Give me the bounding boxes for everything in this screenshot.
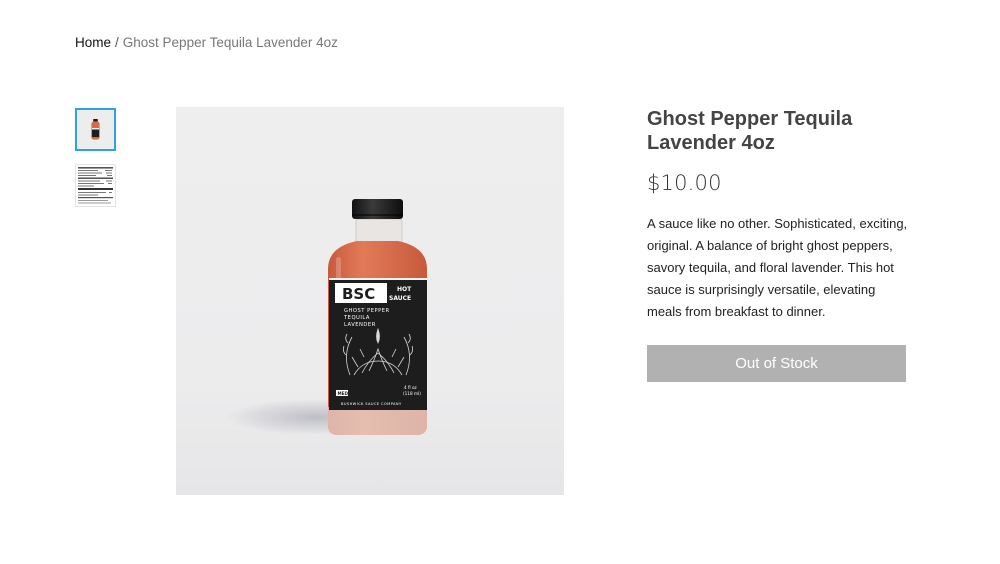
label-brand: BSC — [342, 285, 375, 303]
breadcrumb-home-link[interactable]: Home — [75, 35, 111, 50]
product-price: $10.00 — [647, 171, 722, 195]
label-flavor-2: TEQUILA — [343, 315, 370, 321]
thumbnail-nutrition[interactable] — [75, 164, 116, 207]
product-info: Ghost Pepper Tequila Lavender 4oz $10.00… — [647, 107, 907, 382]
breadcrumb: Home / Ghost Pepper Tequila Lavender 4oz — [75, 35, 338, 50]
label-heat: MED — [338, 391, 349, 396]
product-title: Ghost Pepper Tequila Lavender 4oz — [647, 108, 853, 154]
breadcrumb-separator: / — [115, 35, 119, 50]
label-type-2: SAUCE — [389, 295, 411, 302]
hot-sauce-bottle-image: BSC HOT SAUCE GHOST PEPPER TEQUILA LAVEN… — [226, 199, 427, 435]
label-flavor-3: LAVENDER — [344, 322, 376, 328]
thumbnail-list — [75, 108, 116, 220]
label-volume-1: 4 fl oz — [404, 385, 418, 390]
nutrition-label-thumbnail-icon — [76, 165, 115, 206]
label-type-1: HOT — [397, 286, 412, 293]
label-company: BUSHWICK SAUCE COMPANY — [341, 402, 402, 406]
product-description: A sauce like no other. Sophisticated, ex… — [647, 216, 908, 319]
bottle-thumbnail-icon — [77, 110, 114, 149]
out-of-stock-button[interactable]: Out of Stock — [647, 345, 906, 382]
thumbnail-bottle[interactable] — [75, 108, 116, 151]
label-volume-2: (118 ml) — [403, 391, 421, 396]
label-flavor-1: GHOST PEPPER — [344, 308, 390, 314]
breadcrumb-current: Ghost Pepper Tequila Lavender 4oz — [122, 35, 338, 50]
product-main-image[interactable]: BSC HOT SAUCE GHOST PEPPER TEQUILA LAVEN… — [176, 107, 564, 495]
